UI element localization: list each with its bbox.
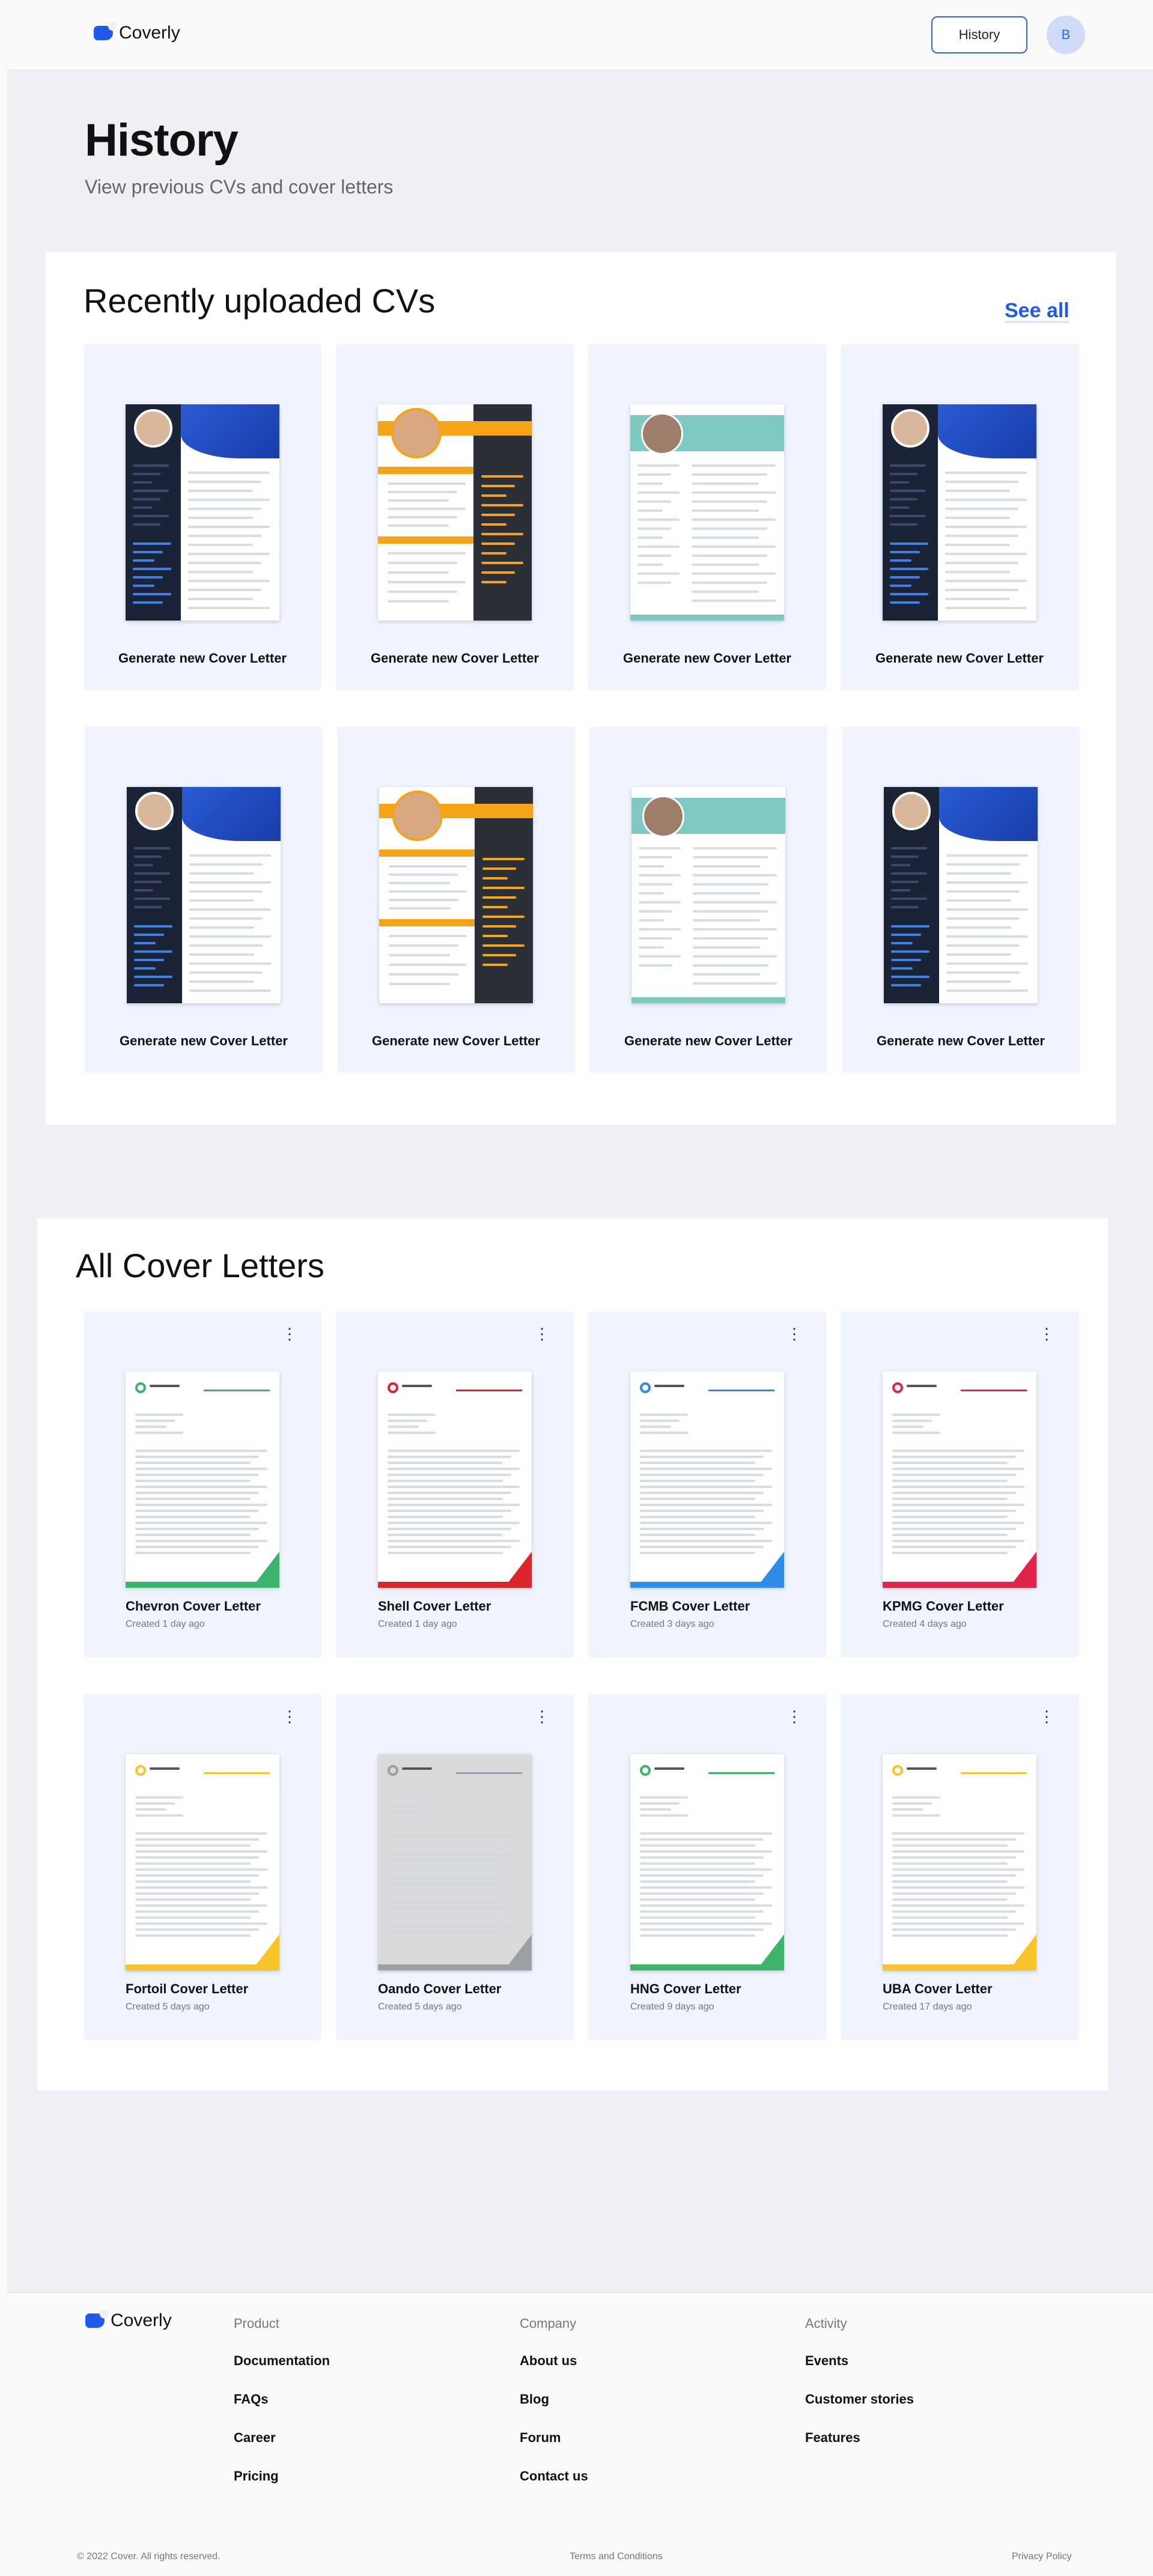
cover-letter-card[interactable]: ⋮ Chevron Cover Letter Created 1 day ago xyxy=(84,1311,321,1657)
footer-link-about-us[interactable]: About us xyxy=(520,2353,577,2369)
terms-link[interactable]: Terms and Conditions xyxy=(570,2551,663,2562)
cover-letter-date: Created 5 days ago xyxy=(378,2002,462,2012)
cv-card[interactable]: Generate new Cover Letter xyxy=(841,344,1078,690)
cover-letter-card[interactable]: ⋮ FCMB Cover Letter Created 3 days ago xyxy=(588,1311,826,1657)
cover-letter-card[interactable]: ⋮ Fortoil Cover Letter Created 5 days ag… xyxy=(84,1694,321,2040)
cover-letter-card[interactable]: ⋮ UBA Cover Letter Created 17 days ago xyxy=(841,1694,1078,2040)
cover-letter-name: HNG Cover Letter xyxy=(630,1981,741,1996)
cv-thumbnail[interactable] xyxy=(378,404,532,621)
cv-thumbnail[interactable] xyxy=(127,787,281,1003)
footer-link-customer-stories[interactable]: Customer stories xyxy=(805,2392,914,2407)
more-options-icon[interactable]: ⋮ xyxy=(282,1709,297,1724)
cover-letter-card[interactable]: ⋮ Oando Cover Letter Created 5 days ago xyxy=(336,1694,574,2040)
generate-cover-letter-button[interactable]: Generate new Cover Letter xyxy=(589,1033,827,1049)
cv-card[interactable]: Generate new Cover Letter xyxy=(589,727,827,1073)
cover-letter-date: Created 3 days ago xyxy=(630,1619,714,1629)
brand-name: Coverly xyxy=(119,23,180,43)
cv-thumbnail[interactable] xyxy=(379,787,533,1003)
footer-link-career[interactable]: Career xyxy=(234,2430,276,2446)
cover-letter-thumbnail[interactable] xyxy=(378,1372,532,1588)
logo-icon xyxy=(94,22,117,40)
see-all-link[interactable]: See all xyxy=(1005,299,1069,323)
cover-letter-thumbnail[interactable] xyxy=(883,1372,1036,1588)
generate-cover-letter-button[interactable]: Generate new Cover Letter xyxy=(85,1033,323,1049)
cover-letter-name: Shell Cover Letter xyxy=(378,1599,491,1614)
recent-cvs-title: Recently uploaded CVs xyxy=(84,282,436,320)
page-title: History xyxy=(85,115,239,166)
cover-letter-date: Created 9 days ago xyxy=(630,2002,714,2012)
footer-link-features[interactable]: Features xyxy=(805,2430,860,2446)
cover-letter-name: Chevron Cover Letter xyxy=(126,1599,261,1614)
cover-letter-thumbnail[interactable] xyxy=(126,1754,279,1970)
cover-letter-name: Oando Cover Letter xyxy=(378,1981,502,1996)
cv-thumbnail[interactable] xyxy=(126,404,279,621)
generate-cover-letter-button[interactable]: Generate new Cover Letter xyxy=(588,651,826,666)
cover-letter-date: Created 17 days ago xyxy=(883,2002,972,2012)
more-options-icon[interactable]: ⋮ xyxy=(534,1326,550,1341)
footer-link-faqs[interactable]: FAQs xyxy=(234,2392,268,2407)
cover-letter-card[interactable]: ⋮ KPMG Cover Letter Created 4 days ago xyxy=(841,1311,1078,1657)
more-options-icon[interactable]: ⋮ xyxy=(534,1709,550,1724)
footer-heading-company: Company xyxy=(520,2316,577,2331)
cv-card[interactable]: Generate new Cover Letter xyxy=(85,727,323,1073)
generate-cover-letter-button[interactable]: Generate new Cover Letter xyxy=(841,651,1078,666)
footer-link-pricing[interactable]: Pricing xyxy=(234,2468,279,2484)
top-navbar: Coverly History B xyxy=(7,0,1153,70)
cover-letter-name: UBA Cover Letter xyxy=(883,1981,993,1996)
footer-link-forum[interactable]: Forum xyxy=(520,2430,561,2446)
cover-letter-name: FCMB Cover Letter xyxy=(630,1599,750,1614)
more-options-icon[interactable]: ⋮ xyxy=(1039,1326,1054,1341)
generate-cover-letter-button[interactable]: Generate new Cover Letter xyxy=(84,651,321,666)
footer-heading-activity: Activity xyxy=(805,2316,847,2331)
cv-card[interactable]: Generate new Cover Letter xyxy=(588,344,826,690)
footer-brand-name: Coverly xyxy=(111,2310,172,2330)
cv-thumbnail[interactable] xyxy=(883,404,1036,621)
cover-letter-card[interactable]: ⋮ HNG Cover Letter Created 9 days ago xyxy=(588,1694,826,2040)
footer-link-events[interactable]: Events xyxy=(805,2353,848,2369)
generate-cover-letter-button[interactable]: Generate new Cover Letter xyxy=(336,651,574,666)
cv-card[interactable]: Generate new Cover Letter xyxy=(842,727,1080,1073)
cover-letter-name: Fortoil Cover Letter xyxy=(126,1981,249,1996)
cover-letter-thumbnail[interactable] xyxy=(630,1754,784,1970)
cover-letter-card[interactable]: ⋮ Shell Cover Letter Created 1 day ago xyxy=(336,1311,574,1657)
cover-letter-date: Created 5 days ago xyxy=(126,2002,210,2012)
cover-letter-thumbnail[interactable] xyxy=(126,1372,279,1588)
cover-letter-date: Created 1 day ago xyxy=(378,1619,457,1629)
user-avatar[interactable]: B xyxy=(1047,16,1085,54)
footer-logo[interactable]: Coverly xyxy=(85,2310,172,2331)
generate-cover-letter-button[interactable]: Generate new Cover Letter xyxy=(337,1033,575,1049)
cover-letter-date: Created 1 day ago xyxy=(126,1619,205,1629)
cv-thumbnail[interactable] xyxy=(884,787,1038,1003)
cover-letter-thumbnail[interactable] xyxy=(883,1754,1036,1970)
cv-card[interactable]: Generate new Cover Letter xyxy=(337,727,575,1073)
footer-link-documentation[interactable]: Documentation xyxy=(234,2353,330,2369)
more-options-icon[interactable]: ⋮ xyxy=(1039,1709,1054,1724)
footer-heading-product: Product xyxy=(234,2316,279,2331)
footer-link-blog[interactable]: Blog xyxy=(520,2392,549,2407)
copyright-text: © 2022 Cover. All rights reserved. xyxy=(77,2551,221,2562)
cv-thumbnail[interactable] xyxy=(630,404,784,621)
cover-letters-title: All Cover Letters xyxy=(76,1247,324,1284)
brand-logo[interactable]: Coverly xyxy=(94,22,180,43)
page-subtitle: View previous CVs and cover letters xyxy=(85,176,394,198)
cv-thumbnail[interactable] xyxy=(631,787,785,1003)
cover-letter-thumbnail[interactable] xyxy=(630,1372,784,1588)
more-options-icon[interactable]: ⋮ xyxy=(786,1709,802,1724)
cover-letter-thumbnail[interactable] xyxy=(378,1754,532,1970)
logo-icon xyxy=(85,2310,108,2328)
privacy-link[interactable]: Privacy Policy xyxy=(1012,2551,1072,2562)
cv-card[interactable]: Generate new Cover Letter xyxy=(336,344,574,690)
footer xyxy=(7,2292,1153,2576)
history-button[interactable]: History xyxy=(931,16,1027,53)
cv-card[interactable]: Generate new Cover Letter xyxy=(84,344,321,690)
generate-cover-letter-button[interactable]: Generate new Cover Letter xyxy=(842,1033,1080,1049)
footer-link-contact-us[interactable]: Contact us xyxy=(520,2468,588,2484)
cover-letter-name: KPMG Cover Letter xyxy=(883,1599,1004,1614)
more-options-icon[interactable]: ⋮ xyxy=(786,1326,802,1341)
cover-letter-date: Created 4 days ago xyxy=(883,1619,967,1629)
more-options-icon[interactable]: ⋮ xyxy=(282,1326,297,1341)
